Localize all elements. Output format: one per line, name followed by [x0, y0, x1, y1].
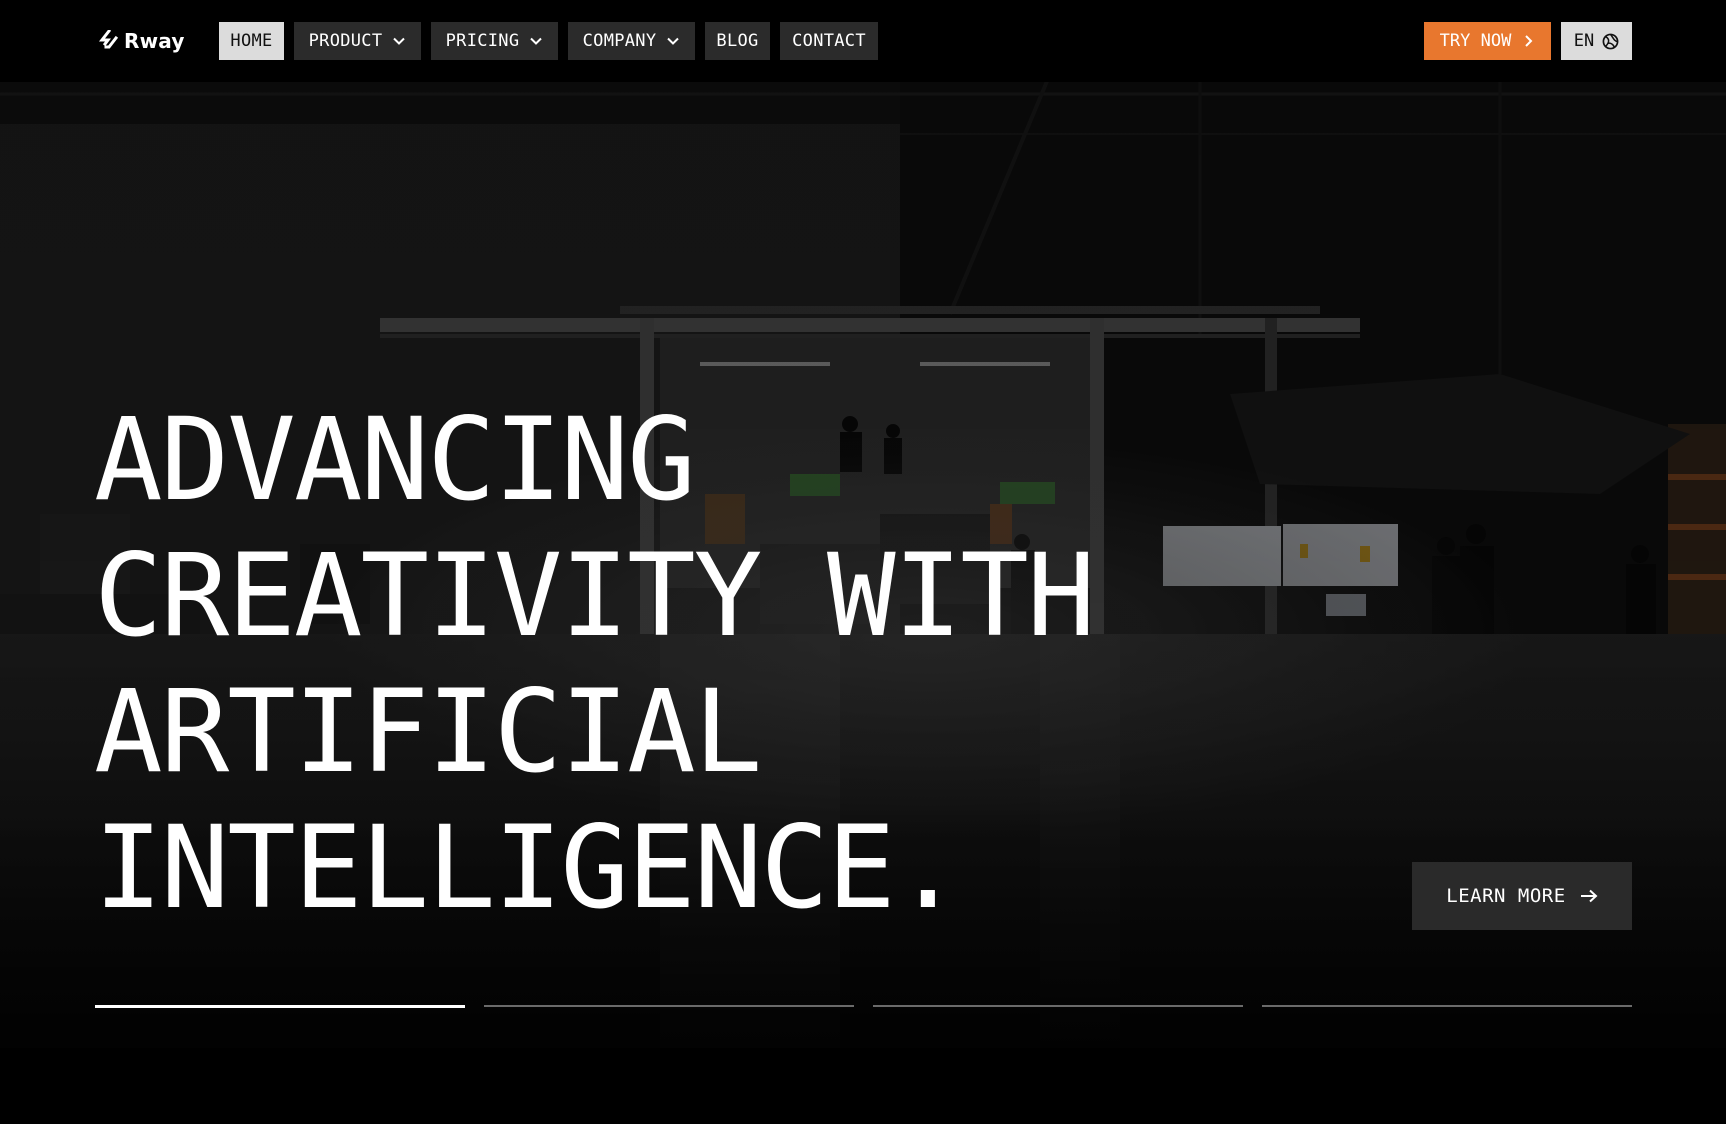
nav-item-contact[interactable]: CONTACT: [780, 22, 878, 60]
headline-line: ADVANCING: [94, 393, 696, 526]
nav-item-blog[interactable]: BLOG: [705, 22, 770, 60]
top-navigation: Rway HOME PRODUCT PRICING COMPANY BLOG C…: [0, 0, 1726, 82]
language-label: EN: [1573, 31, 1595, 51]
arrow-right-icon: [1580, 889, 1598, 903]
nav-item-home[interactable]: HOME: [219, 22, 284, 60]
nav-item-label: HOME: [230, 31, 273, 51]
nav-item-label: COMPANY: [582, 31, 657, 51]
headline-line: ARTIFICIAL: [94, 665, 762, 798]
nav-item-label: PRODUCT: [308, 31, 383, 51]
learn-more-label: LEARN MORE: [1446, 885, 1566, 907]
slide-indicator[interactable]: [1262, 1005, 1632, 1007]
nav-item-label: BLOG: [716, 31, 759, 51]
nav-item-label: PRICING: [445, 31, 520, 51]
slide-indicators: [95, 1005, 1632, 1009]
globe-icon: [1602, 33, 1619, 49]
try-now-label: TRY NOW: [1439, 31, 1512, 51]
brand-logo[interactable]: Rway: [98, 28, 185, 54]
slide-indicator[interactable]: [873, 1005, 1243, 1007]
logo-mark-icon: [98, 30, 119, 49]
learn-more-button[interactable]: LEARN MORE: [1412, 862, 1632, 930]
chevron-right-icon: [1525, 35, 1533, 47]
nav-item-pricing[interactable]: PRICING: [431, 22, 558, 60]
nav-item-company[interactable]: COMPANY: [568, 22, 695, 60]
language-selector[interactable]: EN: [1561, 22, 1632, 60]
nav-item-product[interactable]: PRODUCT: [294, 22, 421, 60]
chevron-down-icon: [667, 37, 680, 45]
nav-item-label: CONTACT: [792, 31, 866, 51]
slide-indicator[interactable]: [95, 1005, 465, 1008]
slide-indicator[interactable]: [484, 1005, 854, 1007]
chevron-down-icon: [393, 37, 406, 45]
try-now-button[interactable]: TRY NOW: [1424, 22, 1551, 60]
brand-name: Rway: [124, 29, 185, 53]
headline-line: INTELLIGENCE.: [94, 801, 962, 934]
headline-line: CREATIVITY WITH: [94, 529, 1096, 662]
hero-headline: ADVANCING CREATIVITY WITH ARTIFICIAL INT…: [94, 392, 1096, 936]
chevron-down-icon: [530, 37, 543, 45]
